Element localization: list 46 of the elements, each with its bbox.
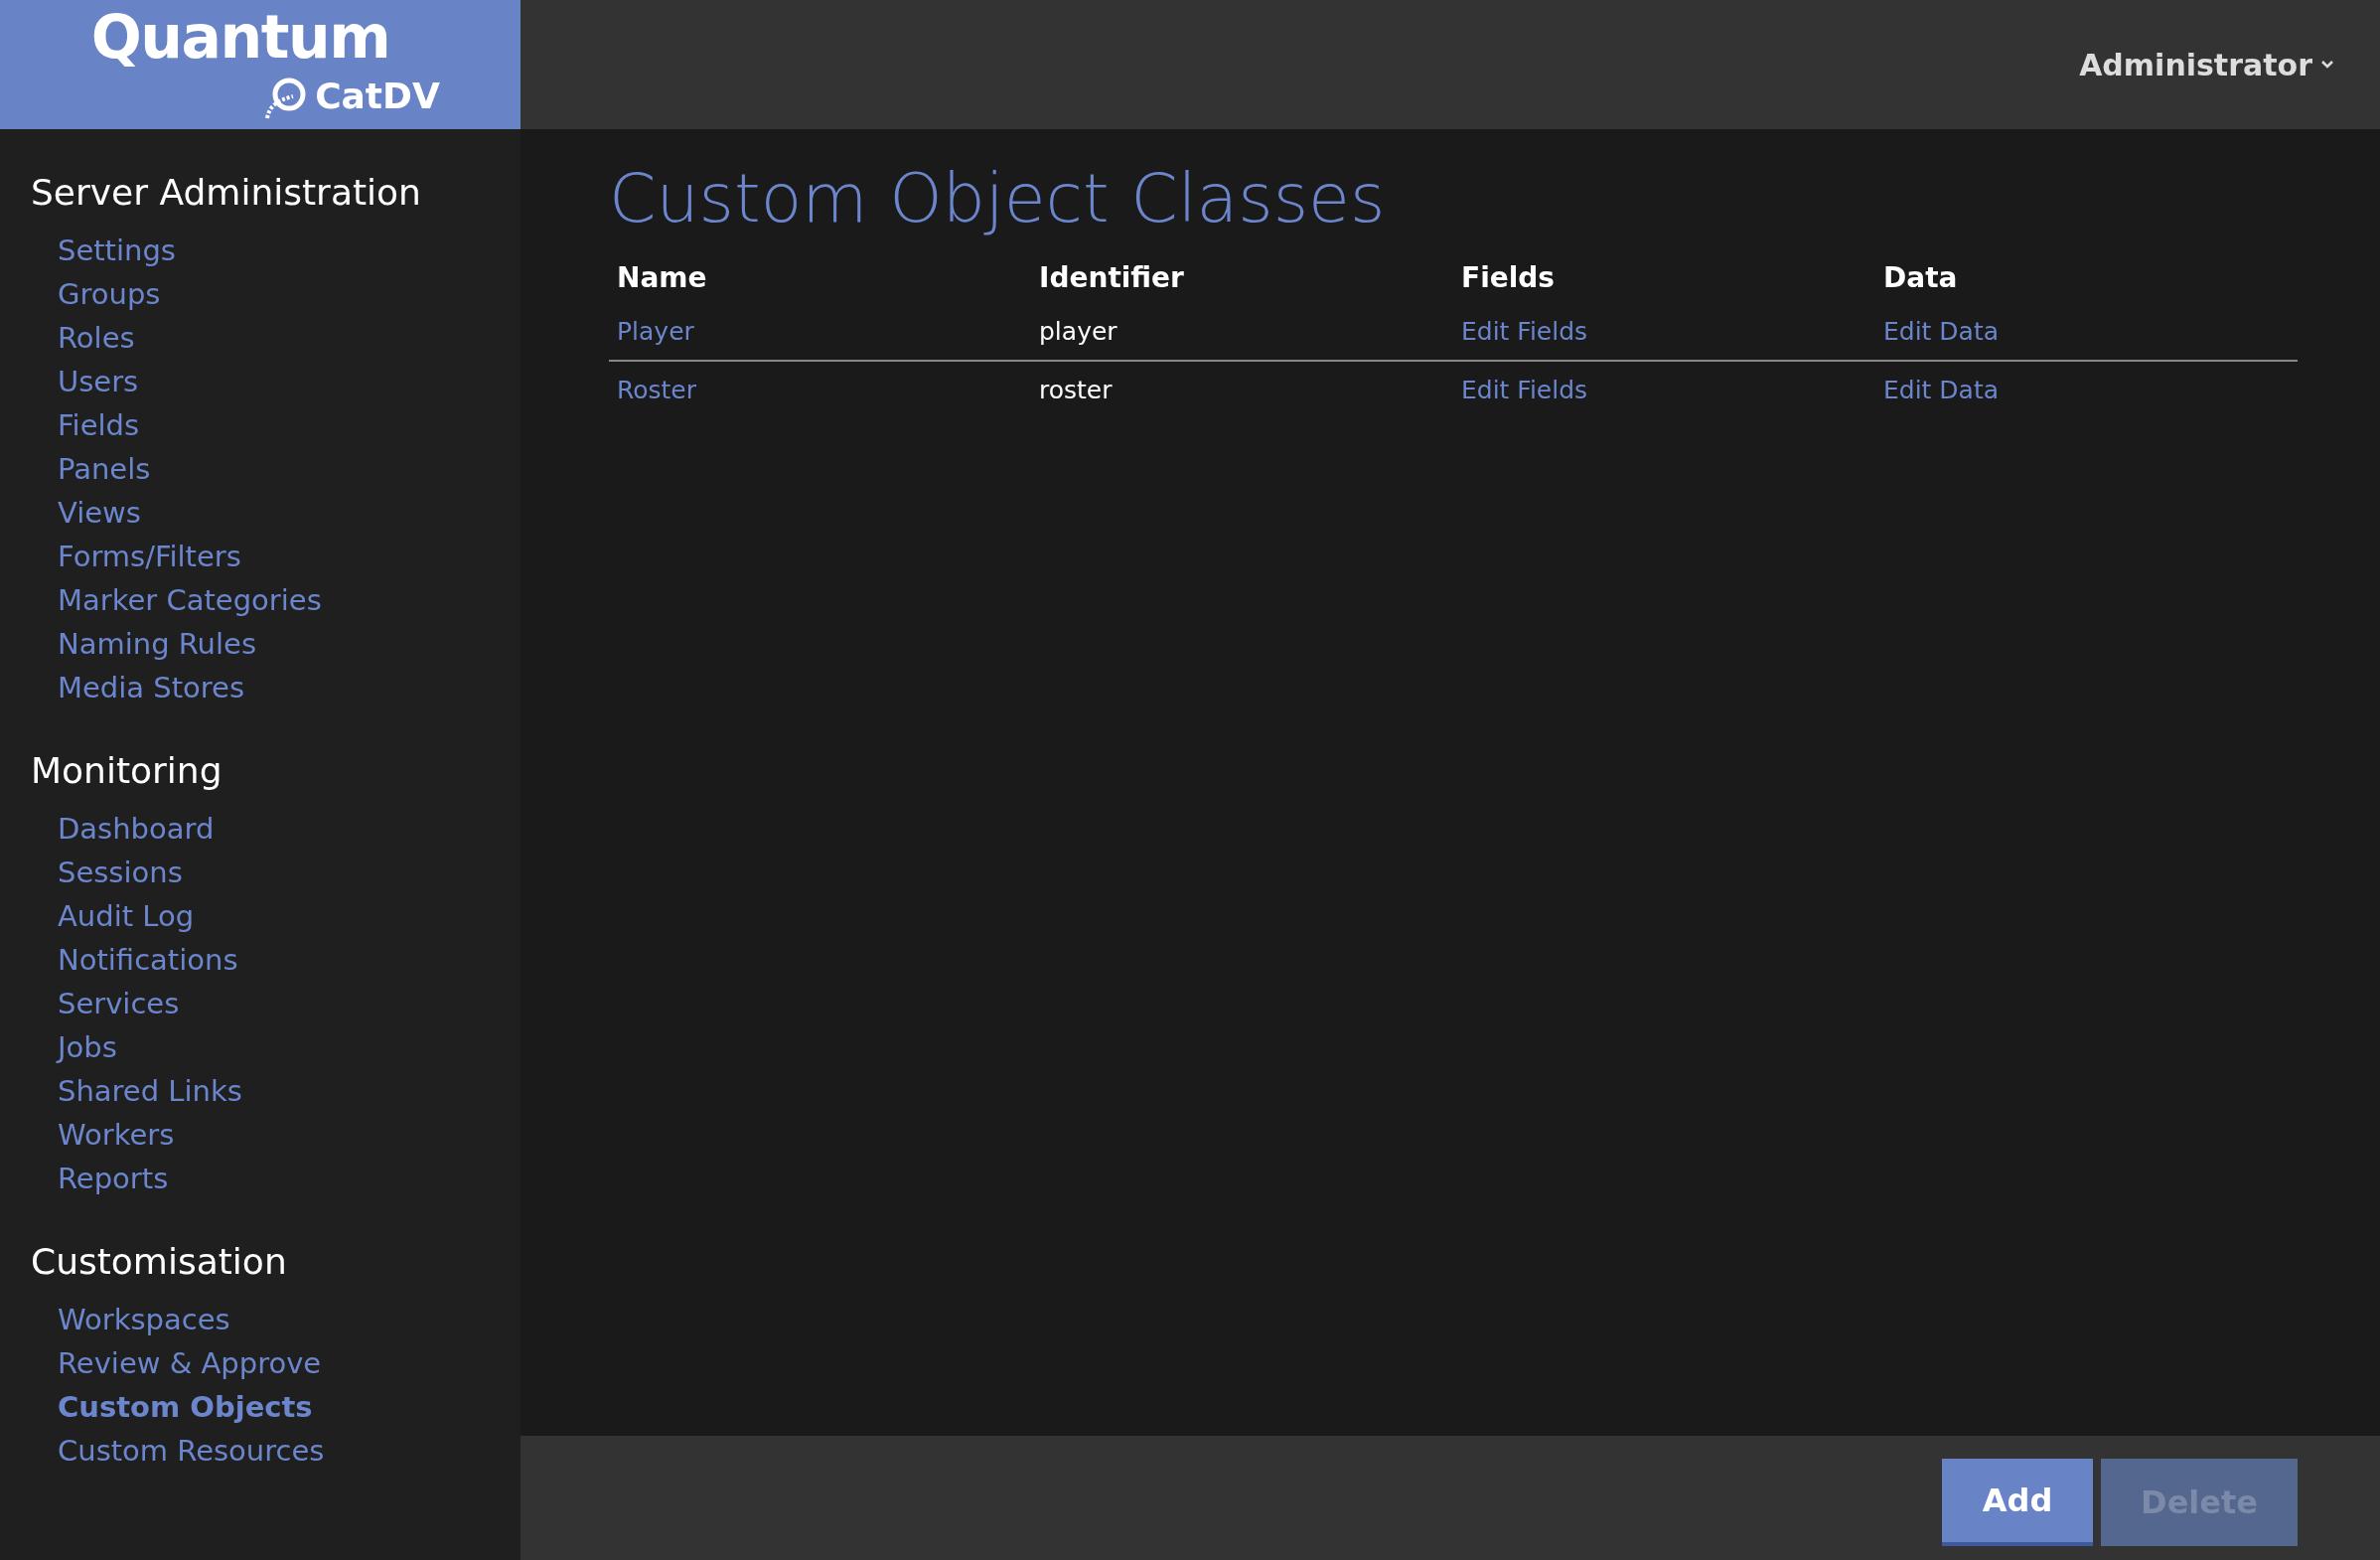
sidebar-link[interactable]: Shared Links [31, 1069, 242, 1113]
sidebar-link[interactable]: Fields [31, 403, 140, 447]
sidebar-link[interactable]: Media Stores [31, 666, 245, 709]
sidebar-link[interactable]: Users [31, 360, 139, 403]
sidebar-link[interactable]: Panels [31, 447, 151, 491]
sidebar-link[interactable]: Marker Categories [31, 578, 322, 622]
sidebar-link[interactable]: Review & Approve [31, 1341, 322, 1385]
sidebar-link[interactable]: Custom Objects [31, 1385, 313, 1429]
column-header: Name [616, 260, 707, 296]
name-link[interactable]: Player [617, 313, 694, 351]
sidebar-link[interactable]: Reports [31, 1157, 169, 1200]
name-link[interactable]: Roster [617, 372, 697, 409]
sidebar-section-heading: Server Administration [31, 175, 422, 211]
sidebar-section-heading: Monitoring [31, 753, 223, 789]
sidebar-link[interactable]: Naming Rules [31, 622, 256, 666]
identifier-cell-text: roster [1039, 375, 1113, 407]
sidebar-link[interactable]: Workers [31, 1113, 175, 1157]
sidebar-link[interactable]: Audit Log [31, 894, 195, 938]
sidebar-link[interactable]: Custom Resources [31, 1429, 325, 1473]
sidebar-link[interactable]: Settings [31, 229, 176, 272]
sidebar-link[interactable]: Dashboard [31, 807, 215, 851]
edit-data-link[interactable]: Edit Data [1883, 372, 2000, 409]
sidebar-link[interactable]: Forms/Filters [31, 535, 241, 578]
table-row[interactable]: Roster roster Edit Fields Edit Data [609, 362, 2298, 419]
sidebar-link[interactable]: Services [31, 982, 180, 1025]
sidebar-link[interactable]: Sessions [31, 851, 183, 894]
action-button[interactable]: Add [1942, 1459, 2094, 1546]
sidebar-link[interactable]: Workspaces [31, 1298, 230, 1341]
column-header: Fields [1460, 260, 1556, 296]
logo-product-text: CatDV [315, 78, 440, 114]
chevron-down-icon [2320, 60, 2334, 70]
edit-data-link[interactable]: Edit Data [1883, 313, 2000, 351]
sidebar-link[interactable]: Groups [31, 272, 161, 316]
sidebar-section-heading: Customisation [31, 1244, 288, 1280]
sidebar-link[interactable]: Jobs [31, 1025, 117, 1069]
sidebar-link[interactable]: Views [31, 491, 141, 535]
logo-brand-text: Quantum [90, 7, 391, 67]
user-menu[interactable]: Administrator [2079, 42, 2334, 87]
column-header: Data [1882, 260, 1958, 296]
sidebar-link[interactable]: Notifications [31, 938, 238, 982]
edit-fields-link[interactable]: Edit Fields [1461, 372, 1588, 409]
identifier-cell-text: player [1039, 316, 1117, 349]
edit-fields-link[interactable]: Edit Fields [1461, 313, 1588, 351]
column-header: Identifier [1038, 260, 1184, 296]
table-row[interactable]: Player player Edit Fields Edit Data [609, 304, 2298, 362]
sidebar-link[interactable]: Roles [31, 316, 135, 360]
